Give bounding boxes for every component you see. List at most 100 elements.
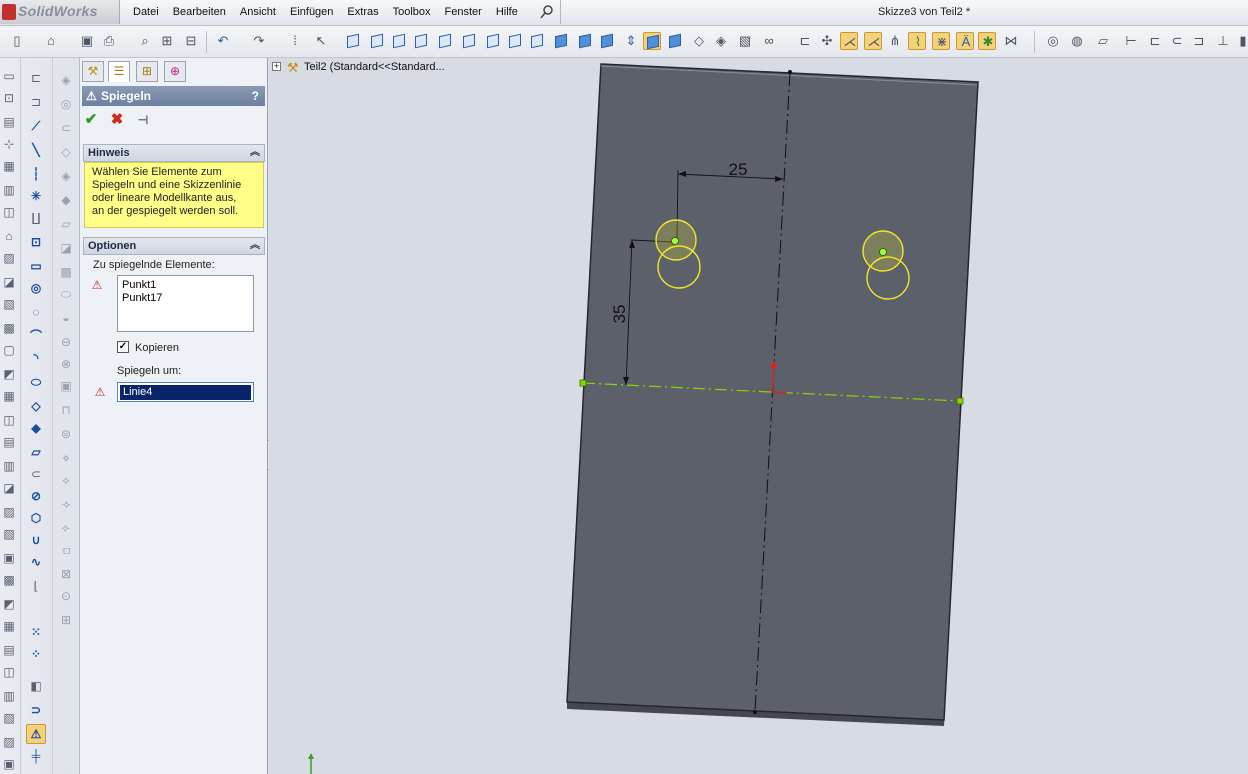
tool-a5-icon[interactable]: ▦	[1, 158, 17, 174]
inference-icon[interactable]: Ä	[956, 32, 974, 50]
ok-check-icon[interactable]: ✔	[82, 111, 100, 129]
configuration-manager-tab[interactable]: ⊞	[136, 61, 158, 82]
circular-pattern-icon[interactable]: ⁘	[28, 646, 44, 662]
revolve-icon[interactable]: ◎	[58, 96, 74, 112]
display-relations-icon[interactable]: ⋌	[864, 32, 882, 50]
mirror-line-endpoint[interactable]	[579, 379, 587, 387]
pin-icon[interactable]	[540, 5, 554, 19]
tool-a7-icon[interactable]: ◫	[1, 204, 17, 220]
tool-a10-icon[interactable]: ◪	[1, 274, 17, 290]
part-label[interactable]: Teil2 (Standard<<Standard...	[304, 61, 445, 73]
u-curve-icon[interactable]: ∪	[28, 532, 44, 548]
boundary-icon[interactable]: ◈	[58, 168, 74, 184]
dimension-25-text[interactable]: 25	[729, 160, 748, 179]
feature-d-icon[interactable]: ⊢	[1122, 32, 1140, 50]
view-left-icon[interactable]	[390, 32, 408, 50]
zoom-icon[interactable]: ⁞	[286, 32, 304, 50]
tool-a6-icon[interactable]: ▥	[1, 182, 17, 198]
menu-hilfe[interactable]: Hilfe	[489, 0, 525, 24]
extrude-icon[interactable]: ◈	[58, 72, 74, 88]
shaded-edges-icon[interactable]	[576, 32, 594, 50]
feature-e-icon[interactable]: ⊏	[1146, 32, 1164, 50]
mirror-feature-icon[interactable]: ⋄	[58, 450, 74, 466]
loft-icon[interactable]: ◇	[58, 144, 74, 160]
tool-a27-icon[interactable]: ◫	[1, 664, 17, 680]
corner-icon[interactable]: ⌊	[28, 578, 44, 594]
grid-snap-icon[interactable]: ⋇	[932, 32, 950, 50]
property-manager-tab[interactable]: ☰	[108, 61, 130, 82]
mirror-about-field[interactable]: Linie4	[117, 382, 254, 402]
view-orientation-icon[interactable]: ◇	[690, 32, 708, 50]
add-feature-icon[interactable]: ⊞	[58, 612, 74, 628]
diamond-icon[interactable]: ◆	[28, 420, 44, 436]
relation-icon[interactable]: ⋌	[840, 32, 858, 50]
circle-icon[interactable]: ◎	[28, 280, 44, 296]
3d-sketch-icon[interactable]: ⊐	[28, 94, 44, 110]
tool-a17-icon[interactable]: ▤	[1, 434, 17, 450]
expand-icon[interactable]: +	[272, 62, 281, 71]
menu-ansicht[interactable]: Ansicht	[233, 0, 283, 24]
draft-icon[interactable]: ⊖	[58, 334, 74, 350]
tool-a2-icon[interactable]: ⊡	[1, 90, 17, 106]
menu-extras[interactable]: Extras	[340, 0, 385, 24]
view-top-icon[interactable]	[436, 32, 454, 50]
options-icon[interactable]: ⊟	[182, 32, 200, 50]
tool-a9-icon[interactable]: ▨	[1, 250, 17, 266]
shaded-icon[interactable]	[552, 32, 570, 50]
feature-b-icon[interactable]: ◍	[1068, 32, 1086, 50]
feature-manager-tab[interactable]: ⚒	[82, 61, 104, 82]
tool-a31-icon[interactable]: ▣	[1, 756, 17, 772]
rectangle-icon[interactable]: ▭	[28, 258, 44, 274]
sketch-icon[interactable]: ⊏	[796, 32, 814, 50]
tool-a19-icon[interactable]: ◪	[1, 480, 17, 496]
axis-icon[interactable]: ⟣	[58, 520, 74, 536]
feature-g-icon[interactable]: ⊐	[1190, 32, 1208, 50]
options-group-header[interactable]: Optionen ︽	[83, 237, 265, 255]
feature-f-icon[interactable]: ⊂	[1168, 32, 1186, 50]
perimeter-circle-icon[interactable]: ◌	[28, 304, 44, 320]
mirror-tool-icon[interactable]: ⚠	[26, 724, 46, 744]
tool-a16-icon[interactable]: ◫	[1, 412, 17, 428]
tool-a26-icon[interactable]: ▤	[1, 642, 17, 658]
menu-toolbox[interactable]: Toolbox	[386, 0, 438, 24]
menu-einfuegen[interactable]: Einfügen	[283, 0, 340, 24]
instant3d-icon[interactable]: ⊙	[58, 588, 74, 604]
wireframe-icon[interactable]	[528, 32, 546, 50]
trim-icon[interactable]: ⊃	[28, 702, 44, 718]
slot-icon[interactable]: ⊂	[28, 466, 44, 482]
tangent-arc-icon[interactable]: ◝	[28, 350, 44, 366]
fillet-icon[interactable]: ⊘	[28, 488, 44, 504]
rib-icon[interactable]: ⬭	[58, 286, 74, 302]
view-normal-icon[interactable]	[506, 32, 524, 50]
tool-a11-icon[interactable]: ▧	[1, 296, 17, 312]
collapse-chevron-icon[interactable]: ︽	[250, 238, 260, 254]
list-item[interactable]: Punkt17	[122, 292, 249, 305]
tool-a21-icon[interactable]: ▧	[1, 526, 17, 542]
parallelogram-icon[interactable]: ▱	[28, 444, 44, 460]
plane-icon[interactable]: ⟢	[58, 496, 74, 512]
collapse-chevron-icon[interactable]: ︽	[250, 145, 260, 161]
shell-icon[interactable]: ◒	[58, 310, 74, 326]
spline-icon[interactable]: ∿	[28, 554, 44, 570]
tool-a30-icon[interactable]: ▨	[1, 734, 17, 750]
open-document-icon[interactable]: ⌂	[42, 32, 60, 50]
midline-icon[interactable]: ∐	[28, 210, 44, 226]
view-front-icon[interactable]	[344, 32, 362, 50]
dome-icon[interactable]: ⊓	[58, 402, 74, 418]
view-right-icon[interactable]	[412, 32, 430, 50]
hole-icon[interactable]: ⊗	[58, 356, 74, 372]
copy-checkbox[interactable]: ✓	[117, 341, 129, 353]
tool-a13-icon[interactable]: ▢	[1, 342, 17, 358]
mirror-line-endpoint[interactable]	[956, 397, 964, 405]
menu-fenster[interactable]: Fenster	[438, 0, 489, 24]
display-style-icon[interactable]	[643, 32, 661, 50]
cancel-x-icon[interactable]: ✖	[108, 111, 126, 129]
wrap-icon[interactable]: ▣	[58, 378, 74, 394]
cut-revolve-icon[interactable]: ▱	[58, 216, 74, 232]
view-iso-icon[interactable]	[484, 32, 502, 50]
chamfer-icon[interactable]: ▩	[58, 264, 74, 280]
sketch-point-punkt17[interactable]	[879, 248, 887, 256]
help-button[interactable]: ?	[252, 86, 259, 106]
view-bottom-icon[interactable]	[460, 32, 478, 50]
tool-a20-icon[interactable]: ▨	[1, 504, 17, 520]
